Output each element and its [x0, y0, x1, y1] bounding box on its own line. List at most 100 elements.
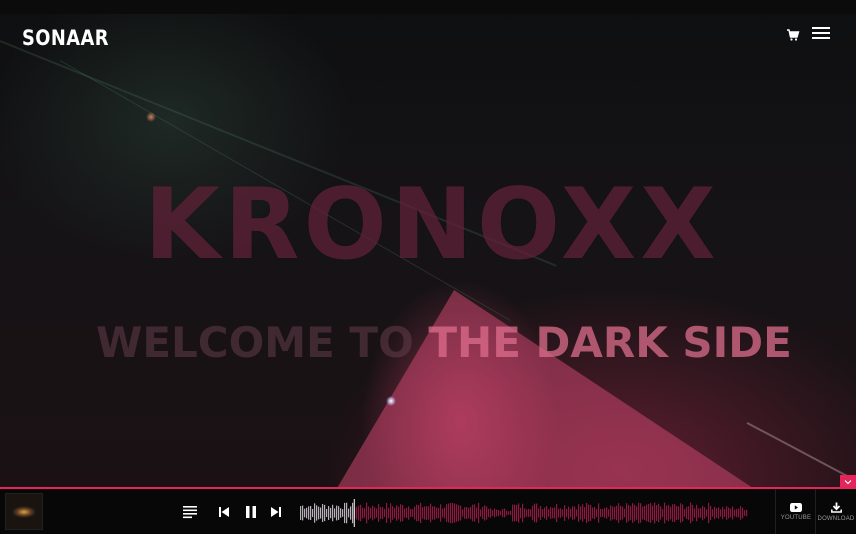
- waveform-bar: [340, 508, 342, 518]
- waveform-bar: [634, 504, 636, 522]
- waveform-bar: [336, 505, 338, 521]
- waveform-bar: [516, 504, 518, 522]
- waveform-bar: [706, 509, 708, 517]
- waveform-bar: [548, 509, 550, 517]
- pause-button[interactable]: [244, 504, 258, 520]
- waveform-bar: [500, 511, 502, 515]
- waveform-bar: [472, 504, 474, 522]
- youtube-icon: [790, 502, 802, 512]
- waveform-bar: [540, 506, 542, 520]
- waveform-bar: [394, 507, 396, 519]
- waveform-bar: [626, 503, 628, 523]
- waveform-bar: [368, 506, 370, 520]
- waveform-bar: [650, 503, 652, 523]
- waveform-bar: [718, 507, 720, 519]
- waveform-bar: [722, 506, 724, 520]
- waveform-bar: [544, 507, 546, 519]
- skip-next-icon: [271, 507, 281, 517]
- waveform-bar: [704, 507, 706, 519]
- waveform-bar: [698, 508, 700, 518]
- waveform-bar: [606, 507, 608, 519]
- waveform-bar: [318, 506, 320, 520]
- waveform-bar: [494, 508, 496, 518]
- waveform-bar: [380, 507, 382, 519]
- waveform-bar: [326, 508, 328, 518]
- site-logo[interactable]: SONAAR: [22, 26, 109, 50]
- waveform-bar: [432, 506, 434, 520]
- waveform-bar: [418, 504, 420, 522]
- waveform-bar: [314, 503, 316, 523]
- waveform-bar: [664, 502, 666, 524]
- playlist-icon: [183, 506, 197, 519]
- previous-track-button[interactable]: [217, 504, 231, 520]
- waveform-bar: [646, 504, 648, 522]
- waveform-bar: [632, 503, 634, 523]
- waveform-bar: [328, 506, 330, 520]
- waveform-bar: [364, 508, 366, 518]
- waveform-bar: [356, 506, 358, 520]
- waveform-bar: [442, 508, 444, 518]
- hamburger-menu-button[interactable]: [812, 27, 830, 41]
- audio-player-bar: YOUTUBE DOWNLOAD: [0, 489, 856, 534]
- waveform-bar: [482, 506, 484, 520]
- hamburger-menu-icon: [812, 37, 830, 39]
- waveform-bar: [580, 506, 582, 520]
- waveform-bar: [560, 508, 562, 518]
- collapse-player-button[interactable]: [840, 475, 856, 488]
- waveform-bar: [416, 504, 418, 522]
- waveform-bar: [464, 507, 466, 519]
- waveform-bar: [498, 509, 500, 517]
- playhead[interactable]: [353, 499, 355, 527]
- cart-button[interactable]: [786, 28, 800, 42]
- waveform-bar: [452, 503, 454, 523]
- waveform-bar: [566, 508, 568, 518]
- waveform-bar: [702, 505, 704, 521]
- playlist-button[interactable]: [182, 504, 198, 520]
- top-bar: [0, 0, 856, 14]
- waveform-bar: [642, 506, 644, 520]
- waveform-bar: [738, 508, 740, 518]
- waveform-bar: [492, 509, 494, 517]
- waveform-bar: [726, 506, 728, 520]
- next-track-button[interactable]: [269, 504, 283, 520]
- waveform-bar: [332, 504, 334, 522]
- waveform-bar: [656, 505, 658, 521]
- waveform-bar: [430, 503, 432, 523]
- waveform-bar: [444, 507, 446, 519]
- waveform-bar: [700, 508, 702, 518]
- waveform-bar: [720, 509, 722, 517]
- waveform-bar: [654, 502, 656, 524]
- waveform-bar: [412, 509, 414, 517]
- waveform-bar: [330, 507, 332, 519]
- waveform-bar: [576, 509, 578, 517]
- waveform-bar: [490, 508, 492, 518]
- waveform-bar: [508, 511, 510, 515]
- waveform-bar: [716, 508, 718, 518]
- waveform-bar: [554, 507, 556, 519]
- cart-icon: [787, 29, 800, 41]
- waveform-bar: [420, 502, 422, 524]
- waveform-bar: [512, 504, 514, 522]
- waveform-bar: [682, 504, 684, 522]
- waveform-bar: [588, 504, 590, 522]
- waveform-bar: [366, 502, 368, 524]
- waveform-bar: [536, 503, 538, 523]
- waveform-seekbar[interactable]: [300, 499, 748, 527]
- waveform-bar: [564, 505, 566, 521]
- waveform-bar: [736, 508, 738, 518]
- waveform-bar: [604, 508, 606, 518]
- waveform-bar: [450, 502, 452, 524]
- waveform-bar: [334, 508, 336, 518]
- youtube-button[interactable]: YOUTUBE: [776, 489, 816, 534]
- waveform-bar: [510, 510, 512, 516]
- waveform-bar: [712, 509, 714, 517]
- waveform-bar: [422, 507, 424, 519]
- waveform-bar: [714, 506, 716, 520]
- waveform-bar: [480, 509, 482, 517]
- waveform-bar: [424, 506, 426, 520]
- waveform-bar: [552, 507, 554, 519]
- download-button[interactable]: DOWNLOAD: [816, 489, 856, 534]
- album-cover[interactable]: [5, 493, 43, 530]
- waveform-bar: [316, 505, 318, 521]
- waveform-bar: [320, 507, 322, 519]
